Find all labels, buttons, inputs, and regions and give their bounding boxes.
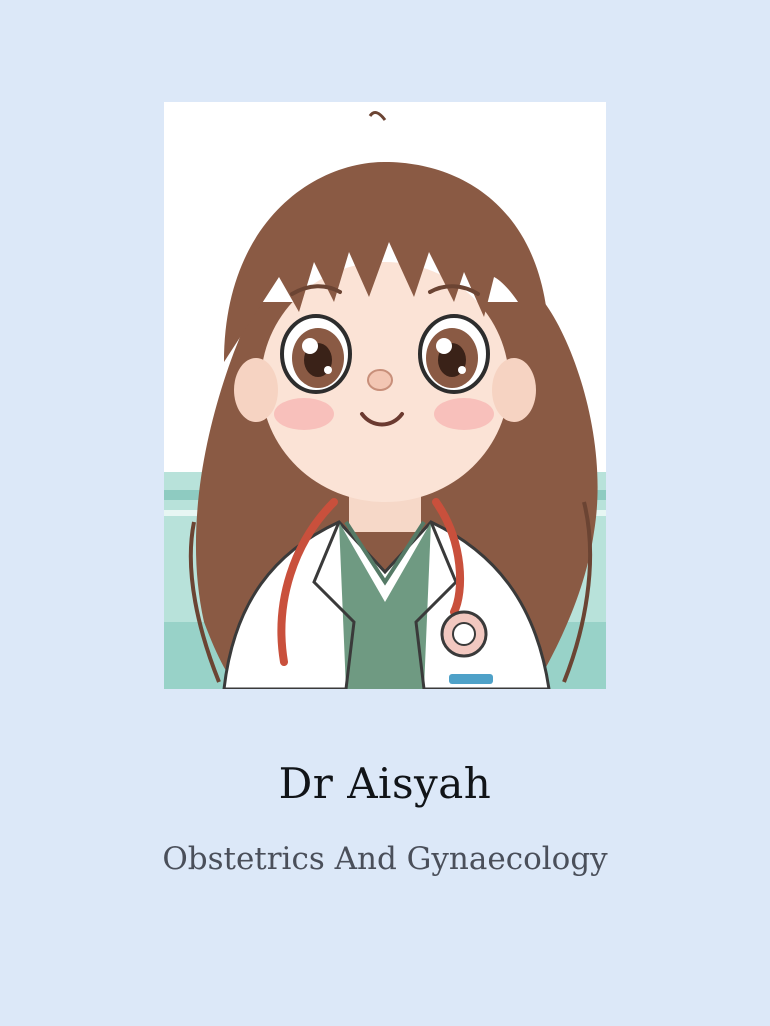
- cartoon-doctor-portrait-icon: [164, 102, 606, 689]
- doctor-portrait-image: [164, 102, 606, 689]
- doctor-name: Dr Aisyah: [278, 759, 492, 808]
- doctor-profile-page: Dr Aisyah Obstetrics And Gynaecology: [0, 0, 770, 1026]
- doctor-specialty: Obstetrics And Gynaecology: [162, 841, 608, 877]
